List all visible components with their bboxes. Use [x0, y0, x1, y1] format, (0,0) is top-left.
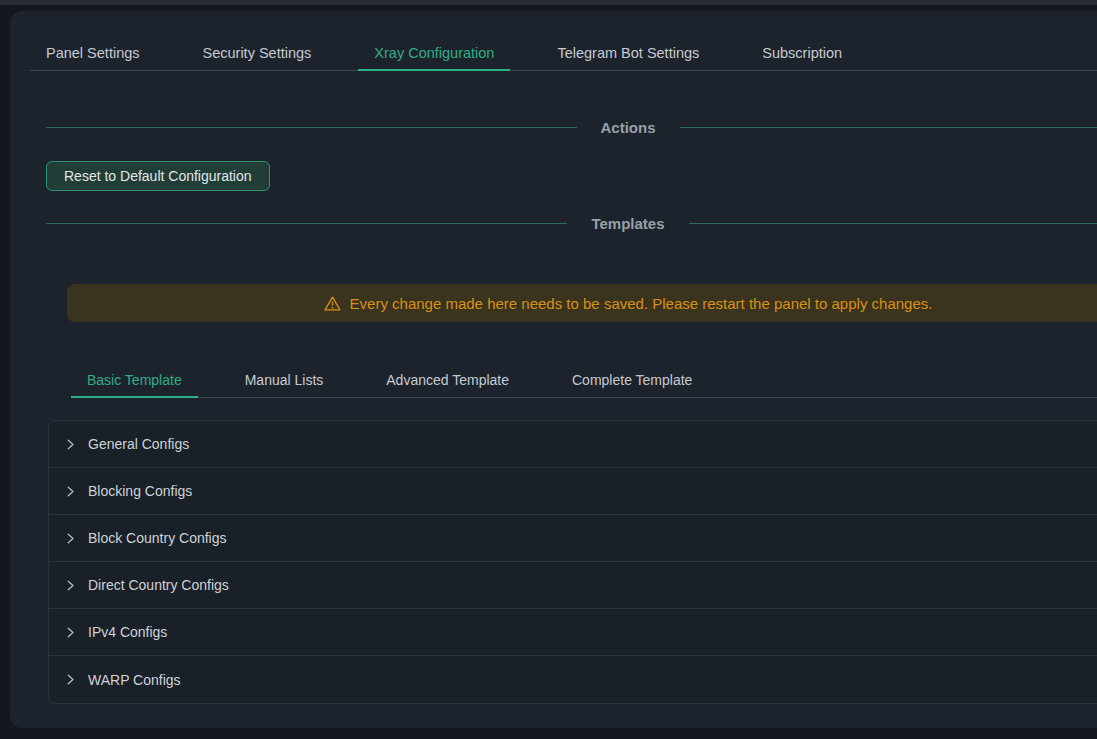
tab-basic-template[interactable]: Basic Template: [71, 350, 198, 397]
tab-manual-lists[interactable]: Manual Lists: [229, 350, 340, 397]
actions-divider-label: Actions: [601, 119, 656, 136]
tab-telegram-bot-settings[interactable]: Telegram Bot Settings: [541, 23, 715, 70]
collapse-item-label: Direct Country Configs: [88, 577, 229, 593]
collapse-item-label: Blocking Configs: [88, 483, 192, 499]
divider-line: [46, 127, 577, 128]
tab-xray-configuration[interactable]: Xray Configuration: [358, 23, 510, 70]
chevron-right-icon: [65, 439, 76, 450]
divider-line: [680, 127, 1097, 128]
chevron-right-icon: [65, 674, 76, 685]
warning-text: Every change made here needs to be saved…: [350, 295, 933, 312]
templates-divider: Templates: [46, 212, 1097, 234]
collapse-item-block-country-configs[interactable]: Block Country Configs: [49, 515, 1097, 562]
warning-icon: [324, 296, 341, 311]
collapse-item-general-configs[interactable]: General Configs: [49, 421, 1097, 468]
settings-card: Panel Settings Security Settings Xray Co…: [10, 11, 1097, 728]
tab-panel-settings[interactable]: Panel Settings: [30, 23, 156, 70]
tab-complete-template[interactable]: Complete Template: [556, 350, 708, 397]
chevron-right-icon: [65, 486, 76, 497]
collapse-item-direct-country-configs[interactable]: Direct Country Configs: [49, 562, 1097, 609]
top-navbar-edge: [0, 0, 1097, 5]
divider-line: [689, 223, 1097, 224]
collapse-item-label: IPv4 Configs: [88, 624, 167, 640]
collapse-item-label: WARP Configs: [88, 672, 181, 688]
warning-alert: Every change made here needs to be saved…: [67, 284, 1097, 322]
tab-subscription[interactable]: Subscription: [746, 23, 858, 70]
reset-to-default-button[interactable]: Reset to Default Configuration: [46, 161, 270, 191]
chevron-right-icon: [65, 627, 76, 638]
actions-divider: Actions: [46, 116, 1097, 138]
collapse-item-label: Block Country Configs: [88, 530, 227, 546]
main-tabs: Panel Settings Security Settings Xray Co…: [30, 24, 1097, 71]
collapse-item-ipv4-configs[interactable]: IPv4 Configs: [49, 609, 1097, 656]
divider-line: [46, 223, 567, 224]
tab-security-settings[interactable]: Security Settings: [187, 23, 328, 70]
config-collapse: General Configs Blocking Configs Block C…: [48, 420, 1097, 704]
collapse-item-blocking-configs[interactable]: Blocking Configs: [49, 468, 1097, 515]
collapse-item-warp-configs[interactable]: WARP Configs: [49, 656, 1097, 703]
template-tabs: Basic Template Manual Lists Advanced Tem…: [71, 351, 1097, 398]
chevron-right-icon: [65, 580, 76, 591]
chevron-right-icon: [65, 533, 76, 544]
tab-advanced-template[interactable]: Advanced Template: [370, 350, 525, 397]
collapse-item-label: General Configs: [88, 436, 189, 452]
templates-divider-label: Templates: [591, 215, 664, 232]
